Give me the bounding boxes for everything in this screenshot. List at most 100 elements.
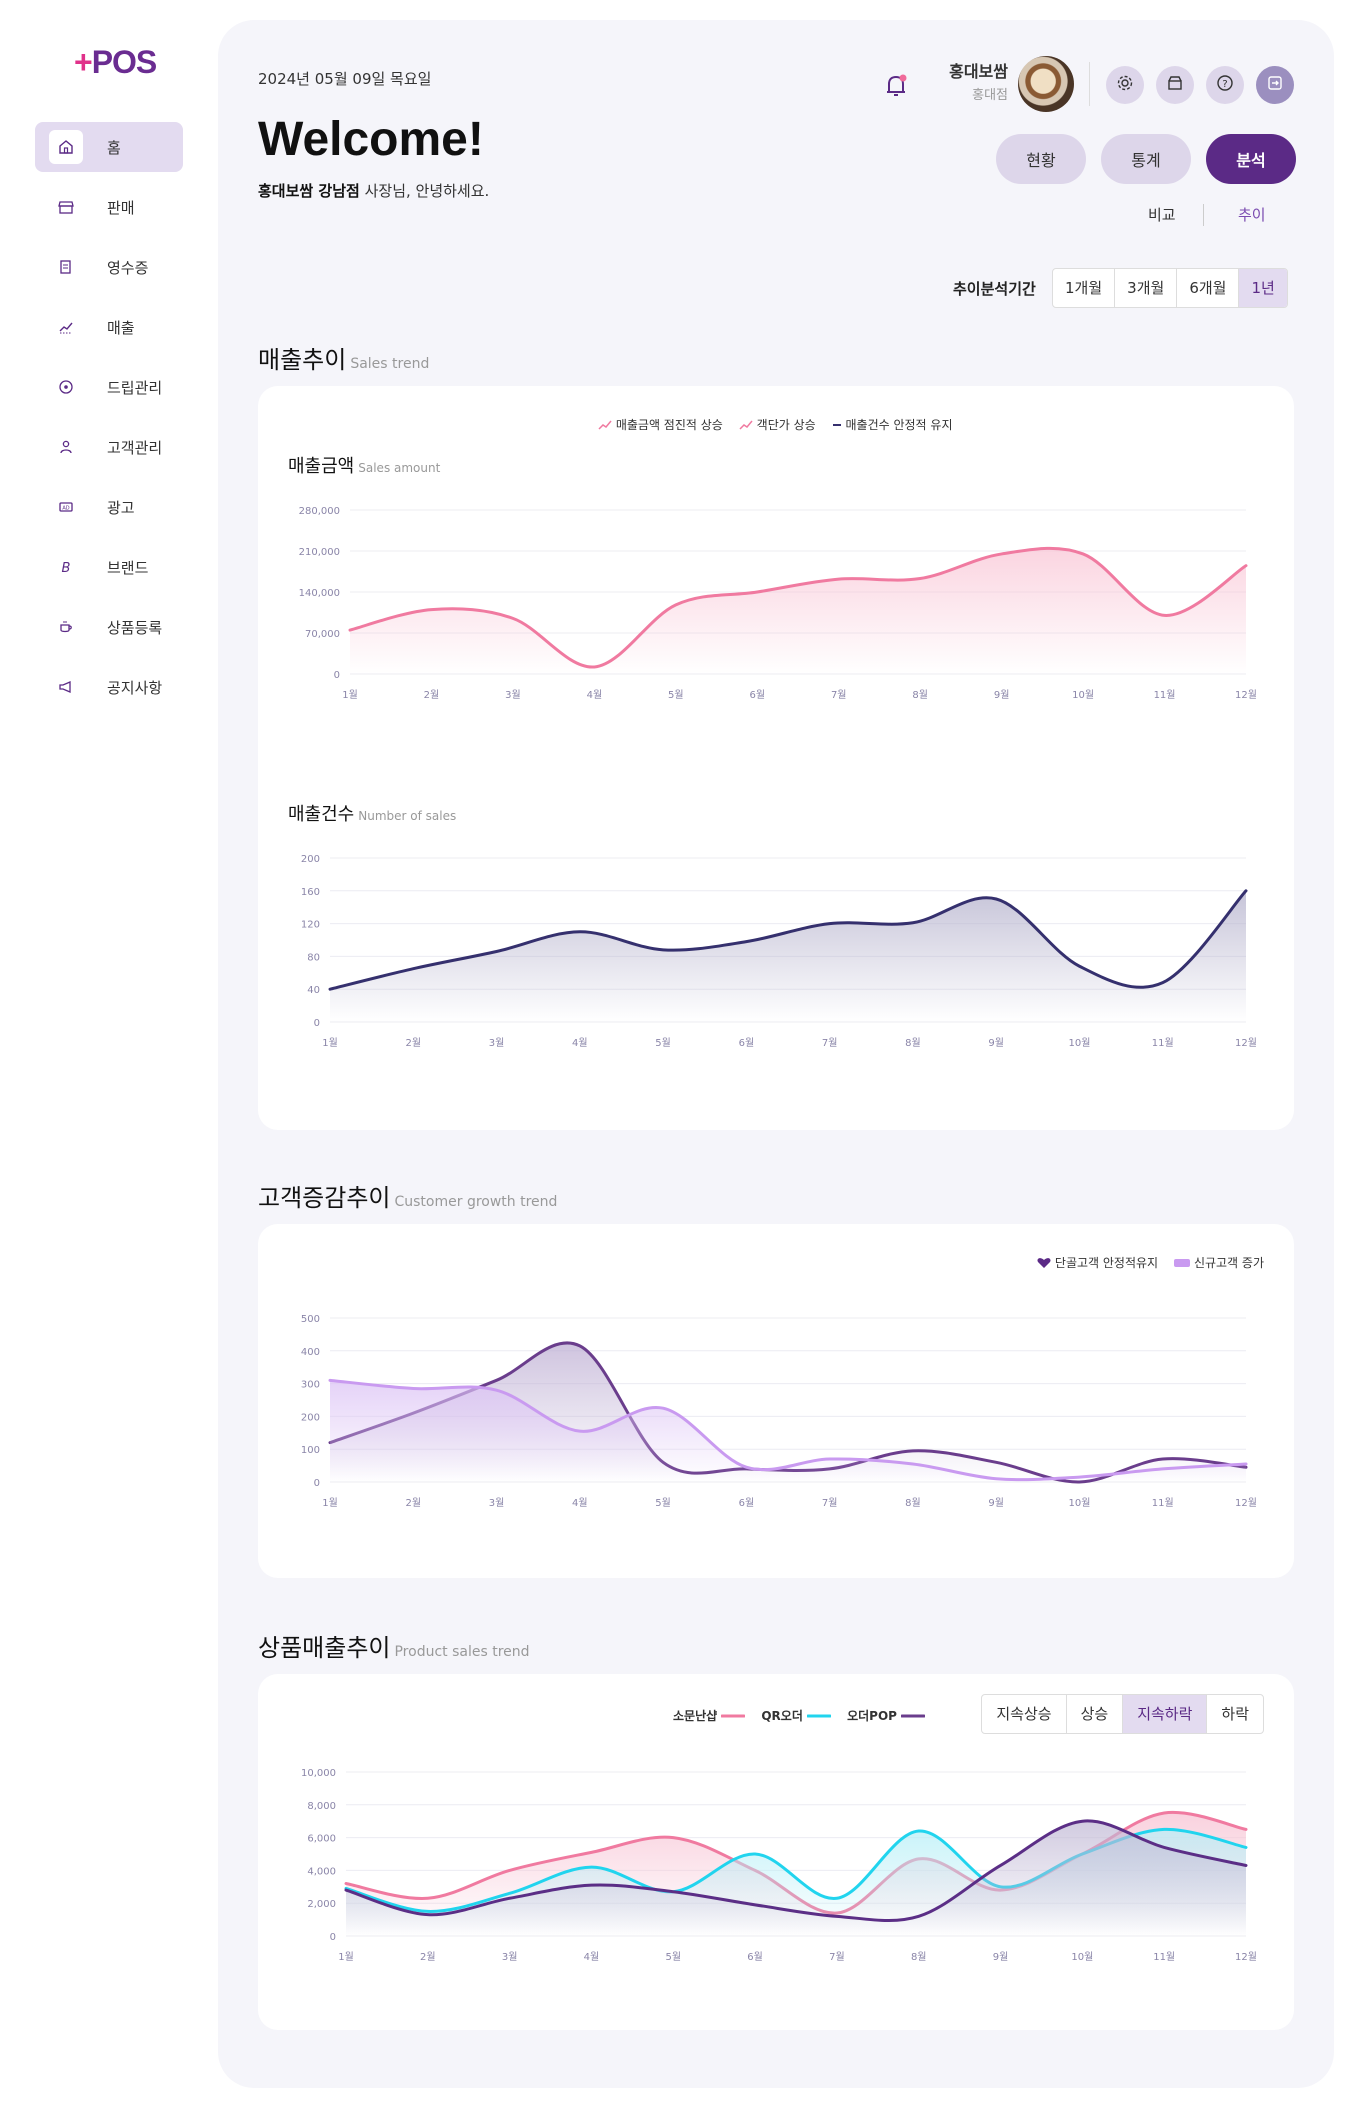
data-point[interactable] [426, 1913, 430, 1917]
period-option[interactable]: 3개월 [1115, 269, 1178, 307]
subtab-trend[interactable]: 추이 [1238, 204, 1266, 225]
app-logo[interactable]: +POS [74, 44, 157, 81]
data-point[interactable] [994, 1460, 998, 1464]
data-point[interactable] [1244, 564, 1248, 568]
period-option[interactable]: 1개월 [1053, 269, 1116, 307]
sidebar-item-notice[interactable]: 공지사항 [35, 662, 183, 712]
filter-option[interactable]: 상승 [1067, 1695, 1124, 1733]
section-title: 상품매출추이 Product sales trend [258, 1628, 530, 1663]
data-point[interactable] [508, 1891, 512, 1895]
data-point[interactable] [1244, 889, 1248, 893]
filter-option[interactable]: 지속하락 [1123, 1695, 1208, 1733]
data-point[interactable] [508, 1868, 512, 1872]
data-point[interactable] [578, 1429, 582, 1433]
sidebar-item-product[interactable]: 상품등록 [35, 602, 183, 652]
data-point[interactable] [674, 603, 678, 607]
data-point[interactable] [328, 1378, 332, 1382]
data-point[interactable] [578, 1344, 582, 1348]
data-point[interactable] [495, 1388, 499, 1392]
data-point[interactable] [495, 949, 499, 953]
sidebar-item-receipt[interactable]: 영수증 [35, 242, 183, 292]
data-point[interactable] [1163, 613, 1167, 617]
data-point[interactable] [661, 1406, 665, 1410]
data-point[interactable] [1244, 1845, 1248, 1849]
data-point[interactable] [1161, 981, 1165, 985]
data-point[interactable] [508, 1896, 512, 1900]
data-point[interactable] [1244, 1462, 1248, 1466]
data-point[interactable] [837, 577, 841, 581]
data-point[interactable] [1244, 1827, 1248, 1831]
data-point[interactable] [911, 1462, 915, 1466]
tab-analysis[interactable]: 분석 [1206, 134, 1296, 184]
data-point[interactable] [744, 940, 748, 944]
data-point[interactable] [753, 1903, 757, 1907]
data-point[interactable] [753, 1852, 757, 1856]
sidebar-item-home[interactable]: 홈 [35, 122, 183, 172]
period-option[interactable]: 6개월 [1177, 269, 1240, 307]
data-point[interactable] [1161, 1457, 1165, 1461]
sidebar-item-revenue[interactable]: 매출 [35, 302, 183, 352]
data-point[interactable] [911, 921, 915, 925]
data-point[interactable] [1081, 552, 1085, 556]
data-point[interactable] [348, 628, 352, 632]
data-point[interactable] [917, 1914, 921, 1918]
data-point[interactable] [344, 1888, 348, 1892]
data-point[interactable] [1077, 1475, 1081, 1479]
help-button[interactable]: ? [1206, 66, 1244, 104]
data-point[interactable] [917, 1829, 921, 1833]
data-point[interactable] [1161, 1467, 1165, 1471]
data-point[interactable] [592, 665, 596, 669]
sidebar-item-customers[interactable]: 고객관리 [35, 422, 183, 472]
avatar[interactable] [1018, 56, 1074, 112]
sidebar-item-ads[interactable]: AD 광고 [35, 482, 183, 532]
data-point[interactable] [835, 1896, 839, 1900]
data-point[interactable] [589, 1883, 593, 1887]
sidebar-item-sales[interactable]: 판매 [35, 182, 183, 232]
subtab-compare[interactable]: 비교 [1148, 204, 1176, 225]
sidebar-item-drip[interactable]: 드립관리 [35, 362, 183, 412]
data-point[interactable] [511, 616, 515, 620]
data-point[interactable] [578, 930, 582, 934]
tab-status[interactable]: 현황 [996, 134, 1086, 184]
data-point[interactable] [1080, 1819, 1084, 1823]
data-point[interactable] [918, 577, 922, 581]
data-point[interactable] [1000, 552, 1004, 556]
data-point[interactable] [744, 1465, 748, 1469]
x-tick-label: 2월 [405, 1037, 421, 1049]
settings-button[interactable] [1106, 66, 1144, 104]
data-point[interactable] [671, 1836, 675, 1840]
data-point[interactable] [755, 590, 759, 594]
logout-button[interactable] [1256, 66, 1294, 104]
y-tick-label: 70,000 [305, 629, 340, 640]
data-point[interactable] [429, 608, 433, 612]
sidebar-item-brand[interactable]: B 브랜드 [35, 542, 183, 592]
store-button[interactable] [1156, 66, 1194, 104]
data-point[interactable] [828, 1457, 832, 1461]
data-point[interactable] [411, 1387, 415, 1391]
period-option[interactable]: 1년 [1239, 269, 1287, 307]
filter-option[interactable]: 하락 [1207, 1695, 1263, 1733]
data-point[interactable] [1162, 1811, 1166, 1815]
data-point[interactable] [344, 1882, 348, 1886]
data-point[interactable] [999, 1863, 1003, 1867]
data-point[interactable] [328, 987, 332, 991]
filter-option[interactable]: 지속상승 [982, 1695, 1067, 1733]
data-point[interactable] [1077, 964, 1081, 968]
data-point[interactable] [1162, 1827, 1166, 1831]
data-point[interactable] [426, 1896, 430, 1900]
tab-statistics[interactable]: 통계 [1101, 134, 1191, 184]
data-point[interactable] [1244, 1863, 1248, 1867]
data-point[interactable] [994, 1477, 998, 1481]
data-point[interactable] [589, 1865, 593, 1869]
data-point[interactable] [411, 967, 415, 971]
data-point[interactable] [671, 1890, 675, 1894]
data-point[interactable] [911, 1449, 915, 1453]
data-point[interactable] [661, 948, 665, 952]
data-point[interactable] [835, 1914, 839, 1918]
bell-icon[interactable] [878, 68, 914, 104]
data-point[interactable] [1162, 1845, 1166, 1849]
data-point[interactable] [495, 1378, 499, 1382]
data-point[interactable] [589, 1850, 593, 1854]
data-point[interactable] [994, 897, 998, 901]
data-point[interactable] [828, 922, 832, 926]
